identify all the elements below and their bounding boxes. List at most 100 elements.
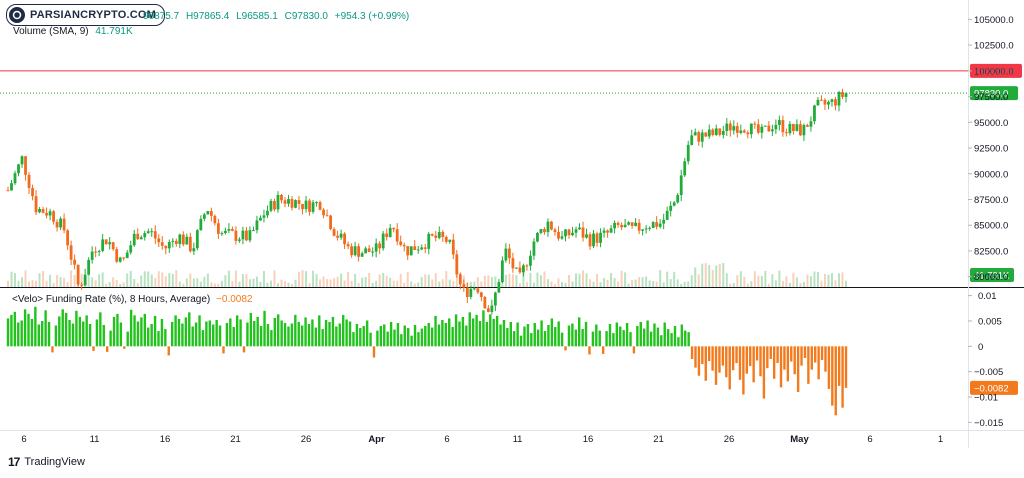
funding-label: <Velo> Funding Rate (%), 8 Hours, Averag… xyxy=(12,294,211,305)
candle-body xyxy=(41,209,45,213)
funding-bar xyxy=(636,326,639,347)
volume-bar xyxy=(175,270,178,287)
funding-bar xyxy=(311,319,314,347)
funding-bar xyxy=(170,321,174,347)
candle-body xyxy=(756,124,760,133)
funding-bar xyxy=(824,346,827,372)
candle-body xyxy=(423,247,427,249)
funding-value: −0.0082 xyxy=(216,294,253,305)
candle-body xyxy=(150,231,154,233)
candle-body xyxy=(171,240,175,242)
funding-bar xyxy=(256,316,259,347)
funding-bar xyxy=(649,331,653,347)
funding-bar xyxy=(608,324,612,347)
volume-bar xyxy=(308,283,311,287)
ohlc-change: +954.3 (+0.99%) xyxy=(334,11,410,22)
candle-body xyxy=(199,218,203,231)
funding-bar xyxy=(191,326,194,347)
chart-area[interactable]: 100000.0 97830.0 41.791K −0.0082 105000.0 10… xyxy=(0,0,1024,473)
candle-body xyxy=(318,202,322,210)
candle-body xyxy=(595,233,599,243)
funding-bar xyxy=(427,322,430,347)
funding-bar xyxy=(814,346,817,363)
volume-bar xyxy=(546,279,549,287)
volume-bar xyxy=(624,272,627,287)
volume-bar xyxy=(483,275,486,287)
candle-body xyxy=(676,195,680,203)
candle-body xyxy=(402,244,406,247)
volume-bar xyxy=(382,272,385,287)
candles xyxy=(6,88,848,315)
volume-bar xyxy=(711,270,714,287)
candle-body xyxy=(59,218,62,228)
volume-bar xyxy=(480,281,483,287)
funding-legend[interactable]: <Velo> Funding Rate (%), 8 Hours, Averag… xyxy=(12,294,252,305)
candle-body xyxy=(427,233,431,249)
volume-bar xyxy=(319,279,322,287)
volume-bar xyxy=(245,274,248,287)
tradingview-brand[interactable]: 17 TradingView xyxy=(8,455,85,469)
candle-body xyxy=(395,229,399,242)
candle-body xyxy=(185,236,189,245)
ohlc-close: C97830.0 xyxy=(284,11,328,22)
candle-body xyxy=(553,229,557,233)
candle-body xyxy=(283,200,287,204)
candle-body xyxy=(620,224,623,228)
volume-bar xyxy=(112,277,115,287)
candle-body xyxy=(697,132,701,142)
volume-bar xyxy=(785,276,788,287)
candle-body xyxy=(20,156,24,165)
volume-bar xyxy=(508,273,511,287)
candle-body xyxy=(83,274,87,286)
candle-body xyxy=(381,233,385,249)
funding-bar xyxy=(300,325,304,347)
candle-body xyxy=(592,233,595,247)
candle-body xyxy=(118,257,122,262)
funding-bar xyxy=(225,322,229,347)
candle-body xyxy=(455,254,459,275)
funding-bar xyxy=(307,324,311,347)
candle-body xyxy=(125,252,129,259)
candle-body xyxy=(364,248,368,254)
candle-body xyxy=(202,214,206,219)
volume-bar xyxy=(781,280,784,287)
candle-body xyxy=(325,215,329,217)
volume-bar xyxy=(750,281,753,287)
candle-body xyxy=(136,233,140,240)
volume-legend[interactable]: Volume (SMA, 9) 41.791K xyxy=(13,26,133,37)
candle-body xyxy=(374,243,378,252)
volume-bar xyxy=(56,274,59,287)
funding-bar xyxy=(393,329,396,347)
volume-bar xyxy=(322,276,325,287)
volume-bar xyxy=(641,277,644,287)
funding-bar xyxy=(581,329,584,347)
candle-body xyxy=(518,267,522,273)
funding-bar xyxy=(557,321,560,347)
volume-bar xyxy=(392,280,395,287)
volume-bar xyxy=(399,273,402,287)
funding-bar xyxy=(680,324,684,347)
candle-body xyxy=(760,126,764,133)
candle-body xyxy=(599,232,602,243)
funding-bar xyxy=(246,322,249,347)
funding-bar xyxy=(752,346,755,383)
volume-bar xyxy=(350,280,353,287)
candle-body xyxy=(245,230,248,241)
volume-bar xyxy=(837,273,840,287)
funding-bar xyxy=(615,322,619,347)
funding-bar xyxy=(591,331,595,347)
funding-bar xyxy=(530,333,533,347)
funding-bar xyxy=(396,322,400,347)
funding-bar xyxy=(471,318,475,347)
volume-bar xyxy=(417,282,420,287)
funding-bar xyxy=(424,326,427,347)
volume-bar xyxy=(613,278,616,287)
funding-bar xyxy=(704,346,707,381)
funding-bar xyxy=(386,331,389,347)
funding-bar xyxy=(140,317,143,347)
funding-bar xyxy=(383,324,386,347)
candle-body xyxy=(749,123,753,135)
funding-bar xyxy=(837,346,841,386)
time-tick-label: Apr xyxy=(368,434,385,445)
time-tick-label: 16 xyxy=(583,434,594,445)
